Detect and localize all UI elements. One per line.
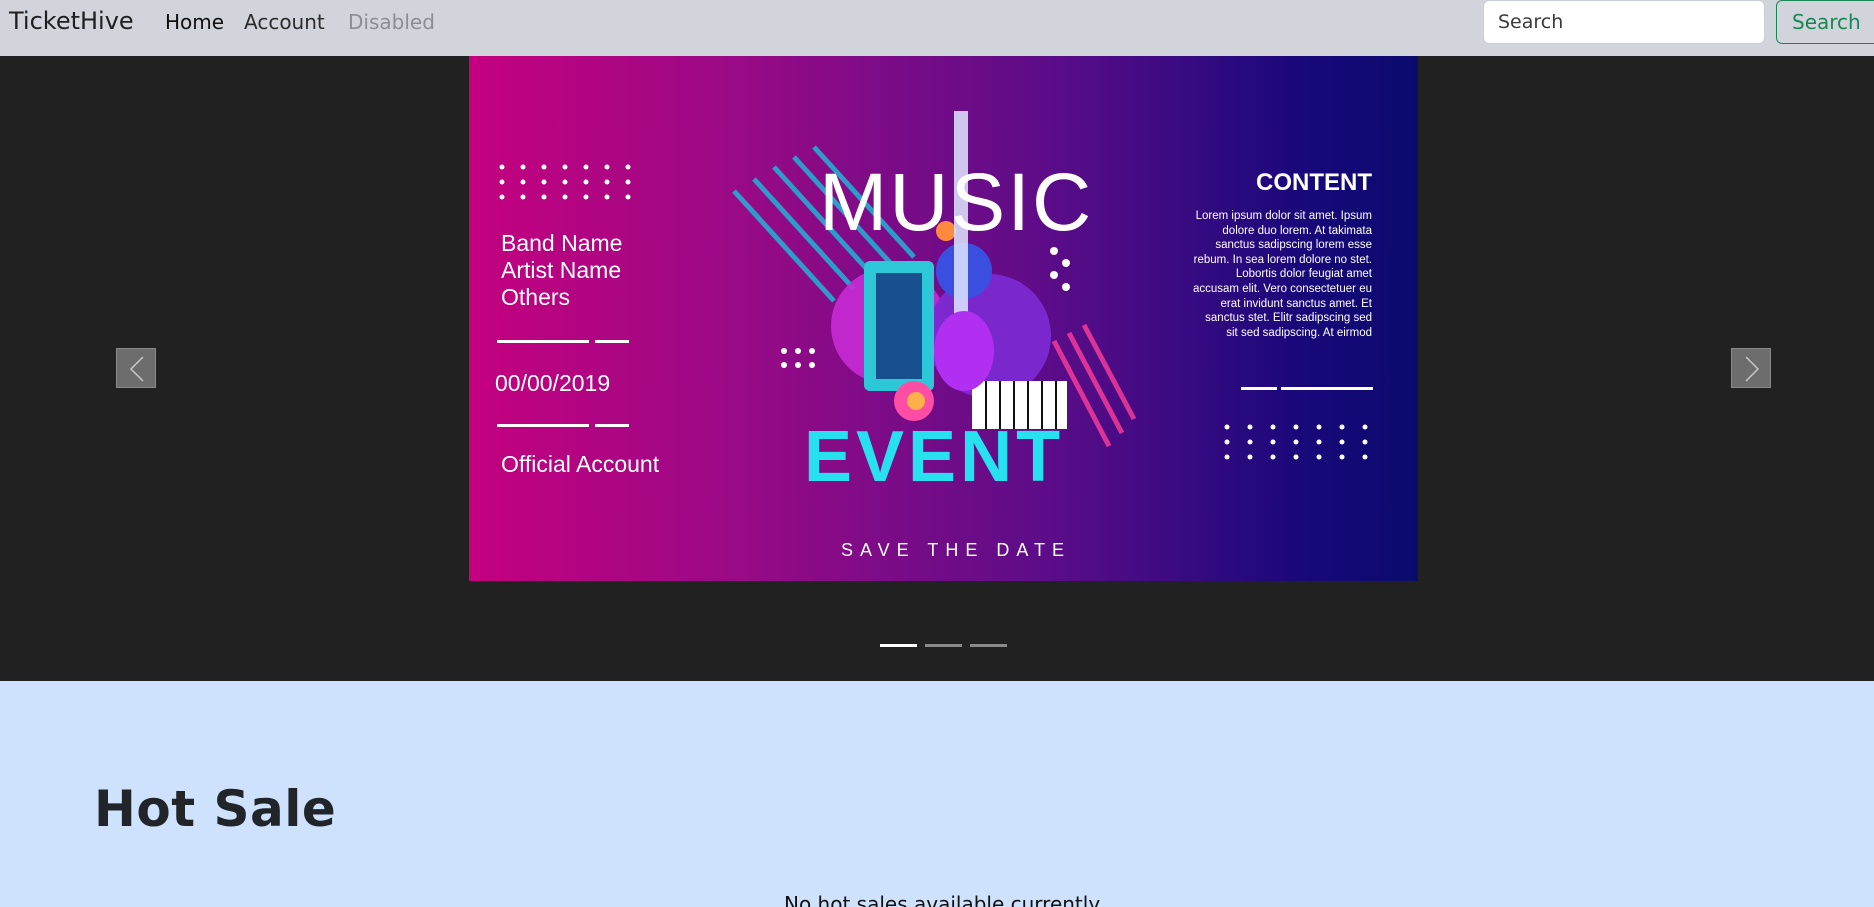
poster-content-title: CONTENT — [1256, 169, 1372, 196]
poster-music-title: MUSIC — [819, 157, 1094, 248]
poster-date: 00/00/2019 — [495, 370, 611, 396]
search-input[interactable] — [1483, 0, 1765, 44]
poster-divider — [595, 424, 629, 427]
poster-others: Others — [501, 284, 571, 310]
carousel-indicator[interactable] — [970, 644, 1007, 647]
poster-official-account: Official Account — [501, 451, 660, 477]
brand-logo[interactable]: TicketHive — [9, 7, 134, 35]
poster-divider — [595, 340, 629, 343]
poster-band-name: Band Name — [501, 230, 623, 256]
carousel-indicator[interactable] — [925, 644, 962, 647]
nav-link-disabled: Disabled — [348, 10, 435, 34]
carousel: Band Name Artist Name Others 00/00/2019 … — [0, 56, 1874, 681]
hot-sale-heading: Hot Sale — [94, 780, 337, 838]
carousel-slide-image: Band Name Artist Name Others 00/00/2019 … — [469, 56, 1418, 581]
hot-sale-empty-message: No hot sales available currently — [784, 892, 1101, 907]
dot-pattern-right — [1224, 424, 1368, 460]
poster-save-the-date: SAVE THE DATE — [841, 540, 1072, 560]
nav-link-account[interactable]: Account — [244, 10, 325, 34]
poster-content-body: Lorem ipsum dolor sit amet. Ipsum dolore… — [1193, 210, 1372, 339]
carousel-indicator[interactable] — [880, 644, 917, 647]
poster-divider — [497, 424, 589, 427]
chevron-right-icon — [1745, 356, 1760, 382]
chevron-left-icon — [129, 356, 144, 382]
poster-artist-name: Artist Name — [501, 257, 622, 283]
search-button[interactable]: Search — [1776, 0, 1874, 44]
poster-divider — [1281, 387, 1373, 390]
carousel-indicators — [880, 644, 1007, 647]
poster-divider — [1241, 387, 1277, 390]
carousel-prev-button[interactable] — [116, 348, 156, 388]
poster-band-lines: Band Name Artist Name Others — [501, 230, 622, 311]
poster-divider — [497, 340, 589, 343]
carousel-next-button[interactable] — [1731, 348, 1771, 388]
poster-event-title: EVENT — [804, 417, 1065, 497]
dot-pattern-left — [499, 164, 631, 200]
navbar: TicketHive Home Account Disabled Search — [0, 0, 1874, 56]
nav-link-home[interactable]: Home — [165, 10, 224, 34]
